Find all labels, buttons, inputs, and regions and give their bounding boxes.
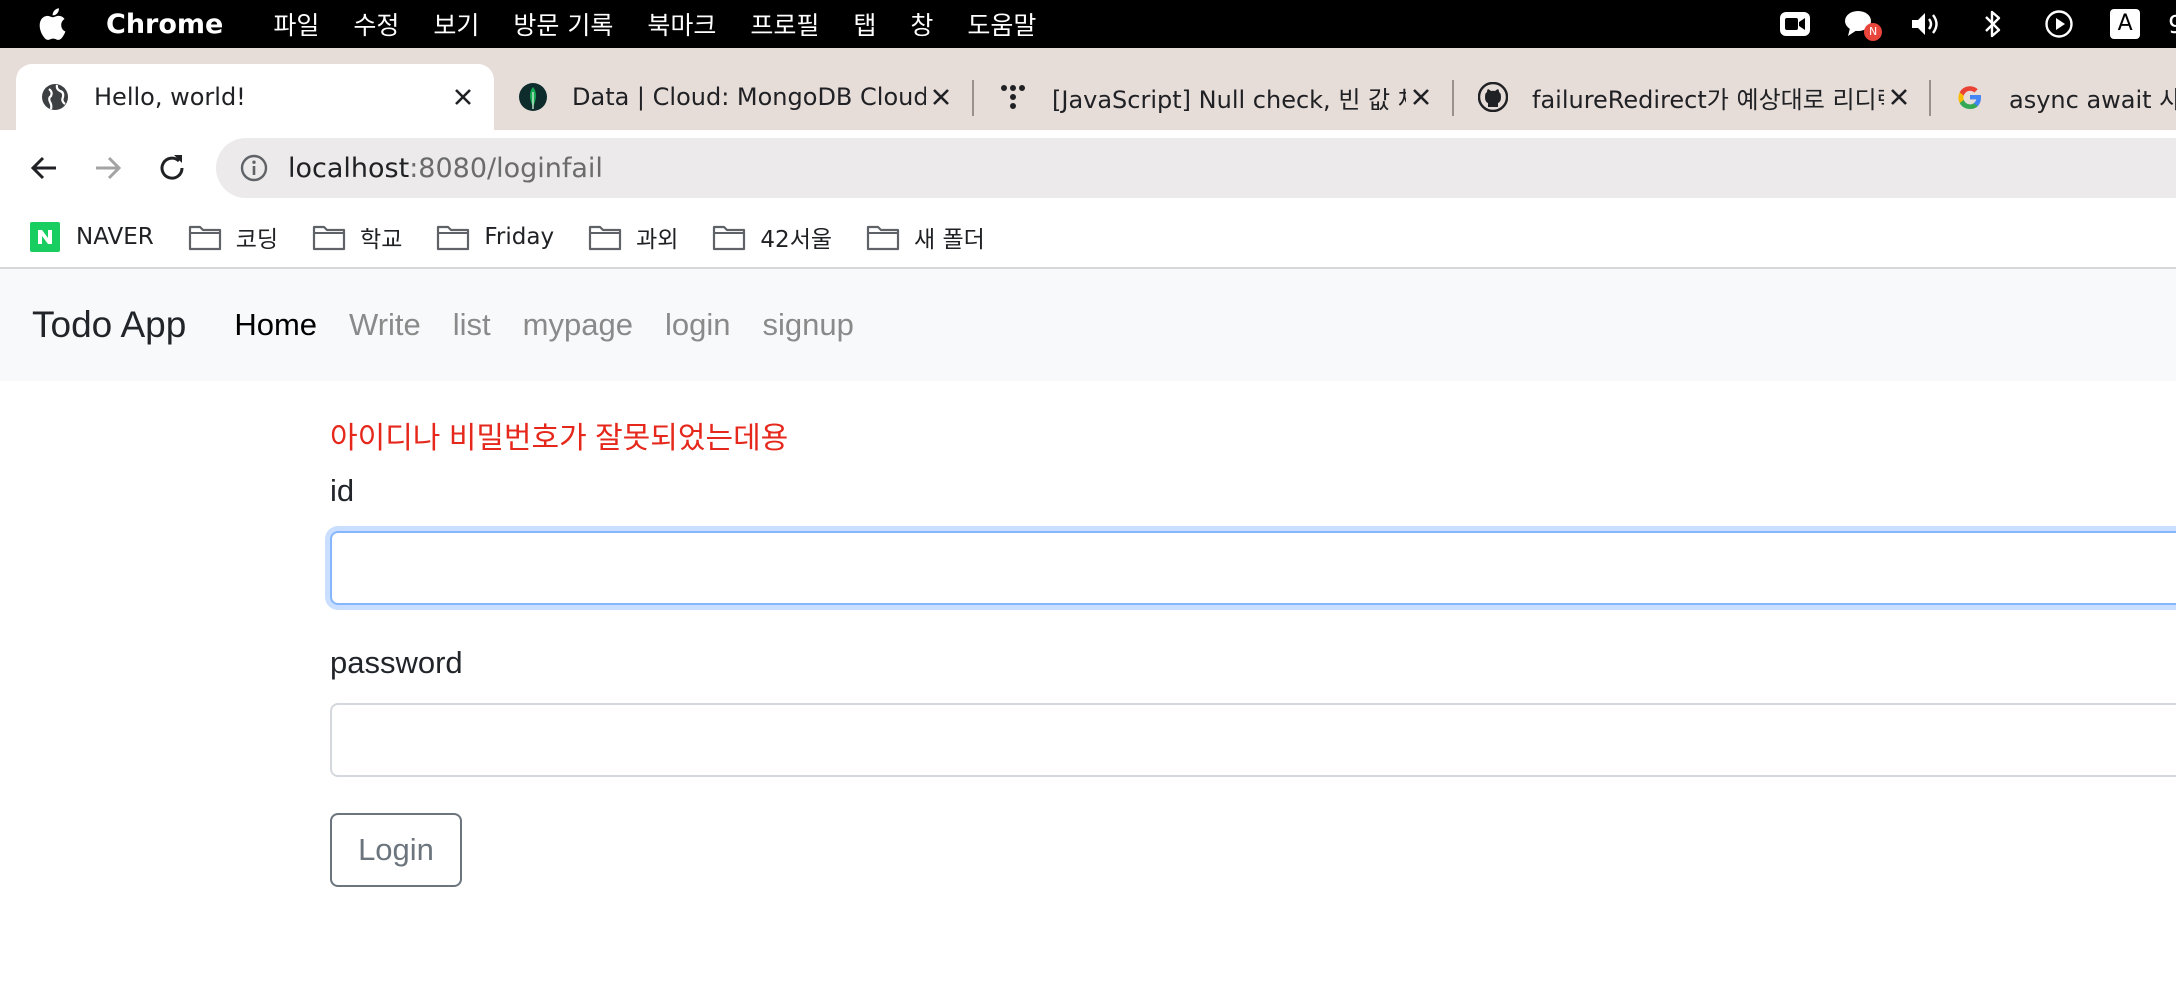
- navbar-brand[interactable]: Todo App: [32, 304, 186, 346]
- back-arrow-icon[interactable]: [24, 148, 64, 188]
- folder-icon: [866, 222, 900, 252]
- globe-icon: [40, 82, 70, 112]
- tab-title: Data | Cloud: MongoDB Cloud: [572, 83, 926, 111]
- github-icon: [1478, 82, 1508, 112]
- bookmark-label: 과외: [636, 226, 679, 253]
- tab-mongodb-cloud[interactable]: Data | Cloud: MongoDB Cloud: [494, 64, 972, 130]
- bookmark-folder-friday[interactable]: Friday: [436, 222, 554, 252]
- nav-link-home[interactable]: Home: [234, 307, 317, 343]
- tab-title: Hello, world!: [94, 83, 246, 111]
- google-icon: [1955, 82, 1985, 112]
- mongodb-leaf-icon: [518, 82, 548, 112]
- folder-icon: [312, 222, 346, 252]
- address-host: localhost: [288, 152, 410, 184]
- bookmark-label: 코딩: [235, 226, 279, 253]
- menu-bookmarks[interactable]: 북마크: [647, 6, 716, 42]
- app-navbar: Todo App Home Write list mypage login si…: [0, 269, 2176, 381]
- nav-link-signup[interactable]: signup: [762, 307, 853, 343]
- menu-help[interactable]: 도움말: [967, 6, 1036, 42]
- apple-logo-icon[interactable]: [38, 8, 68, 40]
- tab-hello-world[interactable]: Hello, world!: [16, 64, 494, 130]
- bookmarks-bar: NAVER 코딩 학교 Friday 과외 42서울 새 폴더: [0, 206, 2176, 269]
- volume-icon[interactable]: [1910, 7, 1944, 41]
- nav-link-list[interactable]: list: [453, 307, 491, 343]
- bookmark-label: 새 폴더: [914, 226, 985, 253]
- dots-logo-icon: [998, 82, 1028, 112]
- id-label: id: [330, 473, 355, 508]
- login-button[interactable]: Login: [330, 813, 462, 887]
- menu-view[interactable]: 보기: [433, 6, 479, 42]
- nav-link-mypage[interactable]: mypage: [523, 307, 633, 343]
- macos-menu-bar: Chrome 파일 수정 보기 방문 기록 북마크 프로필 탭 창 도움말 N …: [0, 0, 2176, 48]
- chat-notification-icon[interactable]: N: [1844, 7, 1883, 41]
- nav-link-login[interactable]: login: [665, 307, 731, 343]
- tab-close-icon[interactable]: [1406, 82, 1436, 112]
- folder-icon: [188, 222, 222, 252]
- menu-bar-status-area: N A 9: [1746, 0, 2176, 48]
- tab-title: async await 사용: [2009, 85, 2176, 114]
- address-bar[interactable]: localhost:8080/loginfail: [216, 138, 2176, 198]
- bookmark-folder-school[interactable]: 학교: [312, 220, 402, 254]
- play-icon[interactable]: [2042, 7, 2076, 41]
- tab-async-await[interactable]: async await 사용: [1931, 64, 2176, 130]
- forward-arrow-icon[interactable]: [88, 148, 128, 188]
- menu-tab[interactable]: 탭: [853, 6, 876, 42]
- browser-toolbar: localhost:8080/loginfail: [0, 130, 2176, 206]
- bookmark-label: NAVER: [76, 223, 154, 250]
- tab-strip: Hello, world! Data | Cloud: MongoDB Clou…: [0, 48, 2176, 130]
- naver-icon: [28, 221, 62, 252]
- nav-link-write[interactable]: Write: [349, 307, 421, 343]
- bookmark-label: 42서울: [760, 226, 833, 253]
- tab-close-icon[interactable]: [1884, 82, 1914, 112]
- site-info-icon[interactable]: [238, 152, 270, 184]
- input-source-icon[interactable]: A: [2108, 7, 2142, 41]
- tab-title: [JavaScript] Null check, 빈 값 체: [1052, 85, 1406, 114]
- input-source-letter: A: [2110, 9, 2141, 39]
- menu-bar-clock[interactable]: 9: [2168, 10, 2176, 39]
- zoom-icon[interactable]: [1778, 7, 1812, 41]
- bookmark-naver[interactable]: NAVER: [28, 221, 154, 252]
- id-input[interactable]: [330, 531, 2176, 605]
- app-menu-chrome[interactable]: Chrome: [106, 9, 223, 40]
- menu-window[interactable]: 창: [910, 6, 933, 42]
- bookmark-folder-42seoul[interactable]: 42서울: [712, 220, 832, 254]
- tab-close-icon[interactable]: [448, 82, 478, 112]
- menu-history[interactable]: 방문 기록: [513, 6, 613, 42]
- chat-badge: N: [1864, 23, 1883, 41]
- folder-icon: [588, 222, 622, 252]
- bookmark-folder-new[interactable]: 새 폴더: [866, 220, 985, 254]
- bookmark-label: 학교: [360, 226, 403, 253]
- bookmark-star-icon[interactable]: [2172, 154, 2176, 182]
- menu-edit[interactable]: 수정: [353, 6, 399, 42]
- menu-file[interactable]: 파일: [273, 6, 319, 42]
- login-error-message: 아이디나 비밀번호가 잘못되었는데용: [330, 422, 789, 455]
- reload-icon[interactable]: [152, 148, 192, 188]
- menu-profile[interactable]: 프로필: [750, 6, 819, 42]
- folder-icon: [712, 222, 746, 252]
- password-input[interactable]: [330, 703, 2176, 777]
- bookmark-folder-coding[interactable]: 코딩: [188, 220, 278, 254]
- address-path: :8080/loginfail: [409, 152, 603, 184]
- address-url[interactable]: localhost:8080/loginfail: [288, 153, 603, 184]
- tab-failure-redirect[interactable]: failureRedirect가 예상대로 리디렉: [1454, 64, 1930, 130]
- bookmark-folder-tutoring[interactable]: 과외: [588, 220, 678, 254]
- tab-title: failureRedirect가 예상대로 리디렉: [1532, 85, 1884, 114]
- bluetooth-icon[interactable]: [1976, 7, 2010, 41]
- bookmark-label: Friday: [484, 223, 555, 250]
- password-label: password: [330, 645, 463, 680]
- tab-javascript-null-check[interactable]: [JavaScript] Null check, 빈 값 체: [974, 64, 1452, 130]
- folder-icon: [436, 222, 470, 252]
- tab-close-icon[interactable]: [926, 82, 956, 112]
